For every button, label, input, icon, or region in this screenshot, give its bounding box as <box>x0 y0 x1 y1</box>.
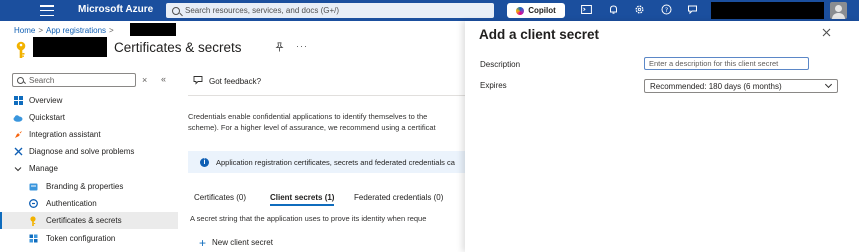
nav-item-label: Token configuration <box>46 234 116 243</box>
copilot-button[interactable]: Copilot <box>507 3 565 18</box>
brand-name[interactable]: Microsoft Azure <box>78 4 153 15</box>
chevron-down-icon <box>13 164 23 174</box>
nav-item-branding[interactable]: Branding & properties <box>0 178 178 195</box>
panel-title: Add a client secret <box>479 27 600 42</box>
description-label: Description <box>480 60 521 69</box>
tab-client-secrets[interactable]: Client secrets (1) <box>270 193 335 206</box>
client-secret-description: A secret string that the application use… <box>190 214 427 223</box>
tab-federated-credentials[interactable]: Federated credentials (0) <box>354 193 443 202</box>
cloud-shell-icon[interactable] <box>580 4 593 17</box>
plus-icon: + <box>199 235 207 250</box>
nav-item-label: Diagnose and solve problems <box>29 147 135 156</box>
wrench-icon <box>13 147 23 157</box>
expires-value: Recommended: 180 days (6 months) <box>650 81 782 91</box>
nav-item-certificates-secrets[interactable]: Certificates & secrets <box>0 212 178 229</box>
svg-text:?: ? <box>665 6 668 14</box>
nav-item-token-configuration[interactable]: Token configuration <box>0 230 178 247</box>
help-icon[interactable]: ? <box>660 4 673 17</box>
search-icon <box>17 76 24 84</box>
global-search-placeholder: Search resources, services, and docs (G+… <box>185 6 340 15</box>
nav-item-label: Authentication <box>46 199 97 208</box>
divider <box>188 95 468 96</box>
top-bar: Microsoft Azure Search resources, servic… <box>0 0 859 21</box>
redacted-app-name <box>33 37 107 57</box>
info-banner-text: Application registration certificates, s… <box>216 157 455 167</box>
nav-search-placeholder: Search <box>29 75 55 85</box>
nav-item-label: Integration assistant <box>29 130 101 139</box>
description-line: scheme). For a higher level of assurance… <box>188 123 436 132</box>
chevron-down-icon <box>824 80 833 89</box>
nav-item-diagnose[interactable]: Diagnose and solve problems <box>0 143 178 160</box>
key-icon <box>28 215 38 226</box>
rocket-icon <box>13 130 23 140</box>
settings-gear-icon[interactable] <box>633 4 646 17</box>
breadcrumb-separator: > <box>38 26 44 35</box>
branding-icon <box>28 182 38 192</box>
avatar[interactable] <box>830 2 847 19</box>
token-icon <box>28 234 38 244</box>
tab-certificates[interactable]: Certificates (0) <box>194 193 246 202</box>
description-field[interactable] <box>644 57 809 70</box>
page-title: Certificates & secrets <box>114 40 242 55</box>
cloud-icon <box>13 113 23 123</box>
new-client-secret-label: New client secret <box>212 238 273 247</box>
description-line: Credentials enable confidential applicat… <box>188 112 428 121</box>
breadcrumb-app-registrations[interactable]: App registrations <box>46 26 106 35</box>
pin-icon[interactable] <box>275 42 284 54</box>
expires-dropdown[interactable]: Recommended: 180 days (6 months) <box>644 79 838 93</box>
nav-item-quickstart[interactable]: Quickstart <box>0 109 178 126</box>
breadcrumb-separator: > <box>109 26 114 35</box>
add-client-secret-panel <box>465 21 859 252</box>
breadcrumb: Home > App registrations > <box>14 26 117 35</box>
nav-search-input[interactable]: Search <box>12 73 136 87</box>
nav-item-label: Overview <box>29 96 63 105</box>
breadcrumb-home[interactable]: Home <box>14 26 35 35</box>
feedback-icon <box>193 75 203 87</box>
nav-item-overview[interactable]: Overview <box>0 92 178 109</box>
nav-item-integration-assistant[interactable]: Integration assistant <box>0 126 178 143</box>
credentials-description: Credentials enable confidential applicat… <box>188 111 464 133</box>
expires-label: Expires <box>480 81 507 90</box>
feedback-icon[interactable] <box>686 4 699 17</box>
authentication-icon <box>28 199 38 209</box>
copilot-icon <box>516 6 525 15</box>
more-options-icon[interactable]: ··· <box>296 41 308 51</box>
notifications-icon[interactable] <box>607 4 620 17</box>
nav-item-authentication[interactable]: Authentication <box>0 195 178 212</box>
copilot-label: Copilot <box>528 6 556 15</box>
key-icon <box>14 41 28 59</box>
search-icon <box>172 6 180 15</box>
redacted-account-info <box>711 2 824 19</box>
info-banner: i Application registration certificates,… <box>188 151 468 173</box>
hamburger-menu-icon[interactable] <box>40 5 54 16</box>
collapse-nav-icon[interactable]: « <box>161 74 166 84</box>
info-icon: i <box>200 157 209 167</box>
global-search-input[interactable]: Search resources, services, and docs (G+… <box>166 3 494 18</box>
got-feedback-button[interactable]: Got feedback? <box>193 75 261 87</box>
grid-icon <box>13 96 23 106</box>
new-client-secret-button[interactable]: + New client secret <box>199 235 273 250</box>
nav-item-label: Manage <box>29 164 58 173</box>
nav-item-label: Certificates & secrets <box>46 216 122 225</box>
nav-group-manage[interactable]: Manage <box>0 160 178 177</box>
nav-item-label: Branding & properties <box>46 182 124 191</box>
feedback-label: Got feedback? <box>209 76 262 86</box>
close-icon[interactable] <box>822 28 831 40</box>
clear-icon[interactable]: × <box>142 75 147 85</box>
redacted-breadcrumb <box>130 23 176 36</box>
nav-item-label: Quickstart <box>29 113 66 122</box>
